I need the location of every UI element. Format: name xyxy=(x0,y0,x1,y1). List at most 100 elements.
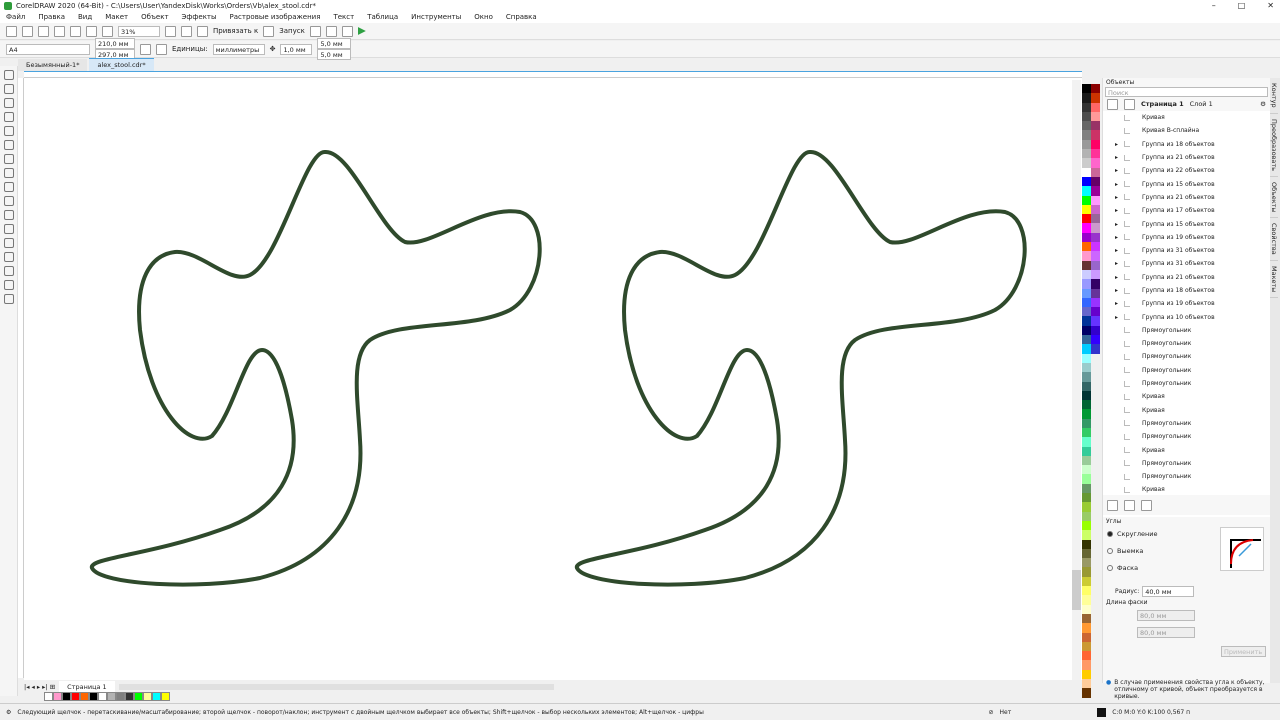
doc-palette-swatch[interactable] xyxy=(71,692,80,701)
palette-swatch[interactable] xyxy=(1091,204,1100,215)
palette-swatch[interactable] xyxy=(1082,325,1091,336)
connector-tool-icon[interactable] xyxy=(3,224,14,234)
palette-swatch[interactable] xyxy=(1091,400,1100,410)
menu-item-6[interactable]: Растровые изображения xyxy=(230,13,321,21)
menu-item-8[interactable]: Таблица xyxy=(367,13,398,21)
palette-swatch[interactable] xyxy=(1091,586,1100,596)
palette-swatch[interactable] xyxy=(1091,186,1100,196)
expand-icon[interactable]: ▸ xyxy=(1115,300,1120,307)
palette-swatch[interactable] xyxy=(1091,548,1100,559)
palette-swatch[interactable] xyxy=(1082,576,1091,587)
objects-search-input[interactable]: Поиск xyxy=(1105,87,1268,97)
palette-swatch[interactable] xyxy=(1082,297,1091,308)
layers-icon[interactable] xyxy=(1107,98,1118,110)
palette-swatch[interactable] xyxy=(1091,251,1100,261)
palette-swatch[interactable] xyxy=(1082,232,1091,243)
smart-fill-icon[interactable] xyxy=(3,294,14,304)
list-item[interactable]: ▸ Группа из 31 объектов xyxy=(1103,257,1270,270)
palette-swatch[interactable] xyxy=(1091,335,1100,345)
palette-swatch[interactable] xyxy=(1082,632,1091,642)
grid-icon[interactable] xyxy=(197,25,208,37)
palette-swatch[interactable] xyxy=(1082,437,1091,447)
palette-swatch[interactable] xyxy=(1082,316,1091,326)
palette-swatch[interactable] xyxy=(1091,474,1100,484)
palette-swatch[interactable] xyxy=(1091,93,1100,103)
palette-swatch[interactable] xyxy=(1091,539,1100,549)
polygon-tool-icon[interactable] xyxy=(3,182,14,192)
palette-swatch[interactable] xyxy=(1091,316,1100,326)
palette-swatch[interactable] xyxy=(1082,446,1091,456)
palette-swatch[interactable] xyxy=(1091,641,1100,652)
palette-swatch[interactable] xyxy=(1082,372,1091,382)
fill-tool-icon[interactable] xyxy=(3,280,14,290)
palette-swatch[interactable] xyxy=(1082,214,1091,224)
list-item[interactable]: ▸ Группа из 19 объектов xyxy=(1103,231,1270,244)
palette-swatch[interactable] xyxy=(1091,632,1100,642)
palette-swatch[interactable] xyxy=(1082,269,1091,280)
new-layer-icon[interactable] xyxy=(1107,499,1118,511)
eyedropper-tool-icon[interactable] xyxy=(3,266,14,276)
menu-item-11[interactable]: Справка xyxy=(506,13,537,21)
palette-swatch[interactable] xyxy=(1082,530,1091,540)
palette-swatch[interactable] xyxy=(1082,111,1091,122)
doc-palette-swatch[interactable] xyxy=(89,692,98,701)
palette-swatch[interactable] xyxy=(1082,623,1091,633)
palette-swatch[interactable] xyxy=(1091,149,1100,159)
stool-shape-right[interactable] xyxy=(574,149,1027,587)
palette-swatch[interactable] xyxy=(1082,167,1091,177)
palette-swatch[interactable] xyxy=(1091,660,1100,670)
list-item[interactable]: ▸ Группа из 19 объектов xyxy=(1103,297,1270,310)
horizontal-ruler[interactable] xyxy=(24,71,1082,78)
palette-swatch[interactable] xyxy=(1082,381,1091,391)
rectangle-tool-icon[interactable] xyxy=(3,154,14,164)
palette-swatch[interactable] xyxy=(1091,214,1100,224)
palette-swatch[interactable] xyxy=(1082,288,1091,298)
list-item[interactable]: Прямоугольник xyxy=(1103,337,1270,350)
apply-button[interactable]: Применить xyxy=(1221,646,1266,657)
launch-dropdown[interactable]: Запуск xyxy=(279,27,305,35)
palette-swatch[interactable] xyxy=(1082,195,1091,205)
expand-icon[interactable]: ▸ xyxy=(1115,221,1120,228)
list-item[interactable]: Кривая xyxy=(1103,483,1270,495)
palette-swatch[interactable] xyxy=(1091,269,1100,280)
freehand-tool-icon[interactable] xyxy=(3,126,14,136)
menu-item-1[interactable]: Правка xyxy=(38,13,65,21)
palette-swatch[interactable] xyxy=(1091,111,1100,122)
doc-palette-swatch[interactable] xyxy=(152,692,161,701)
palette-swatch[interactable] xyxy=(1082,548,1091,559)
minimize-button[interactable]: – xyxy=(1212,1,1216,10)
palette-swatch[interactable] xyxy=(1091,102,1100,112)
play-icon[interactable] xyxy=(357,27,366,35)
palette-swatch[interactable] xyxy=(1091,409,1100,419)
palette-swatch[interactable] xyxy=(1082,418,1091,428)
doc-palette-swatch[interactable] xyxy=(116,692,125,701)
drawing-canvas[interactable] xyxy=(24,78,1082,680)
palette-swatch[interactable] xyxy=(1082,279,1091,289)
settings-gear-icon[interactable]: ⚙ xyxy=(1260,100,1266,108)
list-item[interactable]: Прямоугольник xyxy=(1103,457,1270,470)
palette-swatch[interactable] xyxy=(1082,362,1091,373)
palette-swatch[interactable] xyxy=(1082,186,1091,196)
list-item[interactable]: ▸ Группа из 15 объектов xyxy=(1103,217,1270,230)
palette-swatch[interactable] xyxy=(1082,335,1091,345)
page-width-input[interactable]: 210,0 мм xyxy=(95,38,135,49)
doc-palette-swatch[interactable] xyxy=(98,692,107,701)
palette-swatch[interactable] xyxy=(1091,84,1100,94)
tab-alex-stool[interactable]: alex_stool.cdr* xyxy=(89,58,154,71)
page-tab[interactable]: Страница 1 xyxy=(59,680,115,693)
expand-icon[interactable]: ▸ xyxy=(1115,247,1120,254)
palette-swatch[interactable] xyxy=(1082,176,1091,187)
save-icon[interactable] xyxy=(38,25,49,37)
palette-swatch[interactable] xyxy=(1082,604,1091,614)
menu-item-10[interactable]: Окно xyxy=(474,13,493,21)
export-icon[interactable] xyxy=(102,25,113,37)
palette-swatch[interactable] xyxy=(1082,595,1091,605)
palette-swatch[interactable] xyxy=(1091,651,1100,661)
palette-swatch[interactable] xyxy=(1091,520,1100,531)
palette-swatch[interactable] xyxy=(1082,688,1091,698)
palette-swatch[interactable] xyxy=(1082,539,1091,549)
palette-swatch[interactable] xyxy=(1082,260,1091,270)
text-icon[interactable] xyxy=(325,25,337,37)
units-select[interactable]: миллиметры xyxy=(212,43,265,55)
expand-icon[interactable]: ▸ xyxy=(1115,167,1120,174)
